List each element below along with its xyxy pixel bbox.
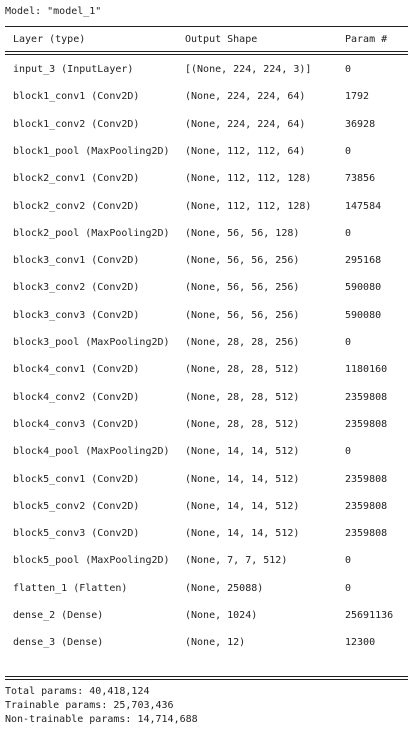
output-shape: (None, 112, 112, 128)	[185, 201, 312, 212]
param-count: 0	[345, 337, 352, 348]
top-divider	[5, 24, 408, 27]
layer-name: block4_conv1 (Conv2D)	[13, 364, 140, 375]
row-separator	[5, 83, 408, 85]
output-shape: (None, 28, 28, 512)	[185, 392, 300, 403]
output-shape: (None, 112, 112, 128)	[185, 173, 312, 184]
layer-name: input_3 (InputLayer)	[13, 64, 134, 75]
bottom-divider	[5, 676, 408, 680]
param-count: 12300	[345, 637, 376, 648]
output-shape: (None, 28, 28, 256)	[185, 337, 300, 348]
output-shape: (None, 25088)	[185, 583, 264, 594]
layer-name: block1_conv1 (Conv2D)	[13, 91, 140, 102]
output-shape: (None, 56, 56, 256)	[185, 282, 300, 293]
param-count: 73856	[345, 173, 376, 184]
header-param-count: Param #	[345, 34, 388, 45]
layer-name: block3_conv3 (Conv2D)	[13, 310, 140, 321]
layer-name: block5_pool (MaxPooling2D)	[13, 555, 170, 566]
trainable-params: Trainable params: 25,703,436	[5, 700, 174, 711]
param-count: 0	[345, 555, 352, 566]
param-count: 25691136	[345, 610, 394, 621]
param-count: 0	[345, 228, 352, 239]
layer-name: dense_3 (Dense)	[13, 637, 104, 648]
output-shape: (None, 14, 14, 512)	[185, 446, 300, 457]
layer-name: flatten_1 (Flatten)	[13, 583, 128, 594]
row-separator	[5, 165, 408, 167]
output-shape: (None, 28, 28, 512)	[185, 419, 300, 430]
output-shape: (None, 28, 28, 512)	[185, 364, 300, 375]
layer-name: block3_conv1 (Conv2D)	[13, 255, 140, 266]
param-count: 0	[345, 583, 352, 594]
layer-name: block4_conv2 (Conv2D)	[13, 392, 140, 403]
output-shape: (None, 1024)	[185, 610, 258, 621]
row-separator	[5, 574, 408, 576]
output-shape: [(None, 224, 224, 3)]	[185, 64, 312, 75]
row-separator	[5, 520, 408, 522]
layer-name: dense_2 (Dense)	[13, 610, 104, 621]
row-separator	[5, 301, 408, 303]
param-count: 2359808	[345, 392, 388, 403]
output-shape: (None, 112, 112, 64)	[185, 146, 306, 157]
header-output-shape: Output Shape	[185, 34, 258, 45]
row-separator	[5, 274, 408, 276]
output-shape: (None, 224, 224, 64)	[185, 91, 306, 102]
total-params: Total params: 40,418,124	[5, 686, 150, 697]
param-count: 1180160	[345, 364, 388, 375]
output-shape: (None, 14, 14, 512)	[185, 501, 300, 512]
row-separator	[5, 383, 408, 385]
output-shape: (None, 14, 14, 512)	[185, 474, 300, 485]
non-trainable-params: Non-trainable params: 14,714,688	[5, 714, 198, 725]
output-shape: (None, 56, 56, 256)	[185, 255, 300, 266]
layer-name: block3_conv2 (Conv2D)	[13, 282, 140, 293]
param-count: 0	[345, 146, 352, 157]
param-count: 1792	[345, 91, 370, 102]
layer-name: block2_conv2 (Conv2D)	[13, 201, 140, 212]
header-layer: Layer (type)	[13, 34, 86, 45]
param-count: 2359808	[345, 501, 388, 512]
row-separator	[5, 110, 408, 112]
param-count: 590080	[345, 310, 382, 321]
param-count: 147584	[345, 201, 382, 212]
row-separator	[5, 493, 408, 495]
param-count: 590080	[345, 282, 382, 293]
row-separator	[5, 247, 408, 249]
param-count: 36928	[345, 119, 376, 130]
row-separator	[5, 602, 408, 604]
output-shape: (None, 7, 7, 512)	[185, 555, 288, 566]
row-separator	[5, 220, 408, 222]
header-divider	[5, 51, 408, 55]
layer-name: block4_conv3 (Conv2D)	[13, 419, 140, 430]
row-separator	[5, 356, 408, 358]
layer-name: block2_pool (MaxPooling2D)	[13, 228, 170, 239]
output-shape: (None, 224, 224, 64)	[185, 119, 306, 130]
row-separator	[5, 629, 408, 631]
param-count: 0	[345, 446, 352, 457]
layer-name: block1_conv2 (Conv2D)	[13, 119, 140, 130]
output-shape: (None, 56, 56, 256)	[185, 310, 300, 321]
row-separator	[5, 411, 408, 413]
layer-name: block1_pool (MaxPooling2D)	[13, 146, 170, 157]
model-title: Model: "model_1"	[5, 6, 102, 17]
output-shape: (None, 56, 56, 128)	[185, 228, 300, 239]
param-count: 2359808	[345, 419, 388, 430]
output-shape: (None, 14, 14, 512)	[185, 528, 300, 539]
layer-name: block3_pool (MaxPooling2D)	[13, 337, 170, 348]
param-count: 295168	[345, 255, 382, 266]
row-separator	[5, 465, 408, 467]
layer-name: block2_conv1 (Conv2D)	[13, 173, 140, 184]
param-count: 2359808	[345, 528, 388, 539]
layer-name: block5_conv1 (Conv2D)	[13, 474, 140, 485]
row-separator	[5, 438, 408, 440]
output-shape: (None, 12)	[185, 637, 246, 648]
row-separator	[5, 329, 408, 331]
param-count: 0	[345, 64, 352, 75]
layer-name: block5_conv3 (Conv2D)	[13, 528, 140, 539]
layer-name: block5_conv2 (Conv2D)	[13, 501, 140, 512]
row-separator	[5, 192, 408, 194]
row-separator	[5, 138, 408, 140]
layer-name: block4_pool (MaxPooling2D)	[13, 446, 170, 457]
row-separator	[5, 547, 408, 549]
param-count: 2359808	[345, 474, 388, 485]
